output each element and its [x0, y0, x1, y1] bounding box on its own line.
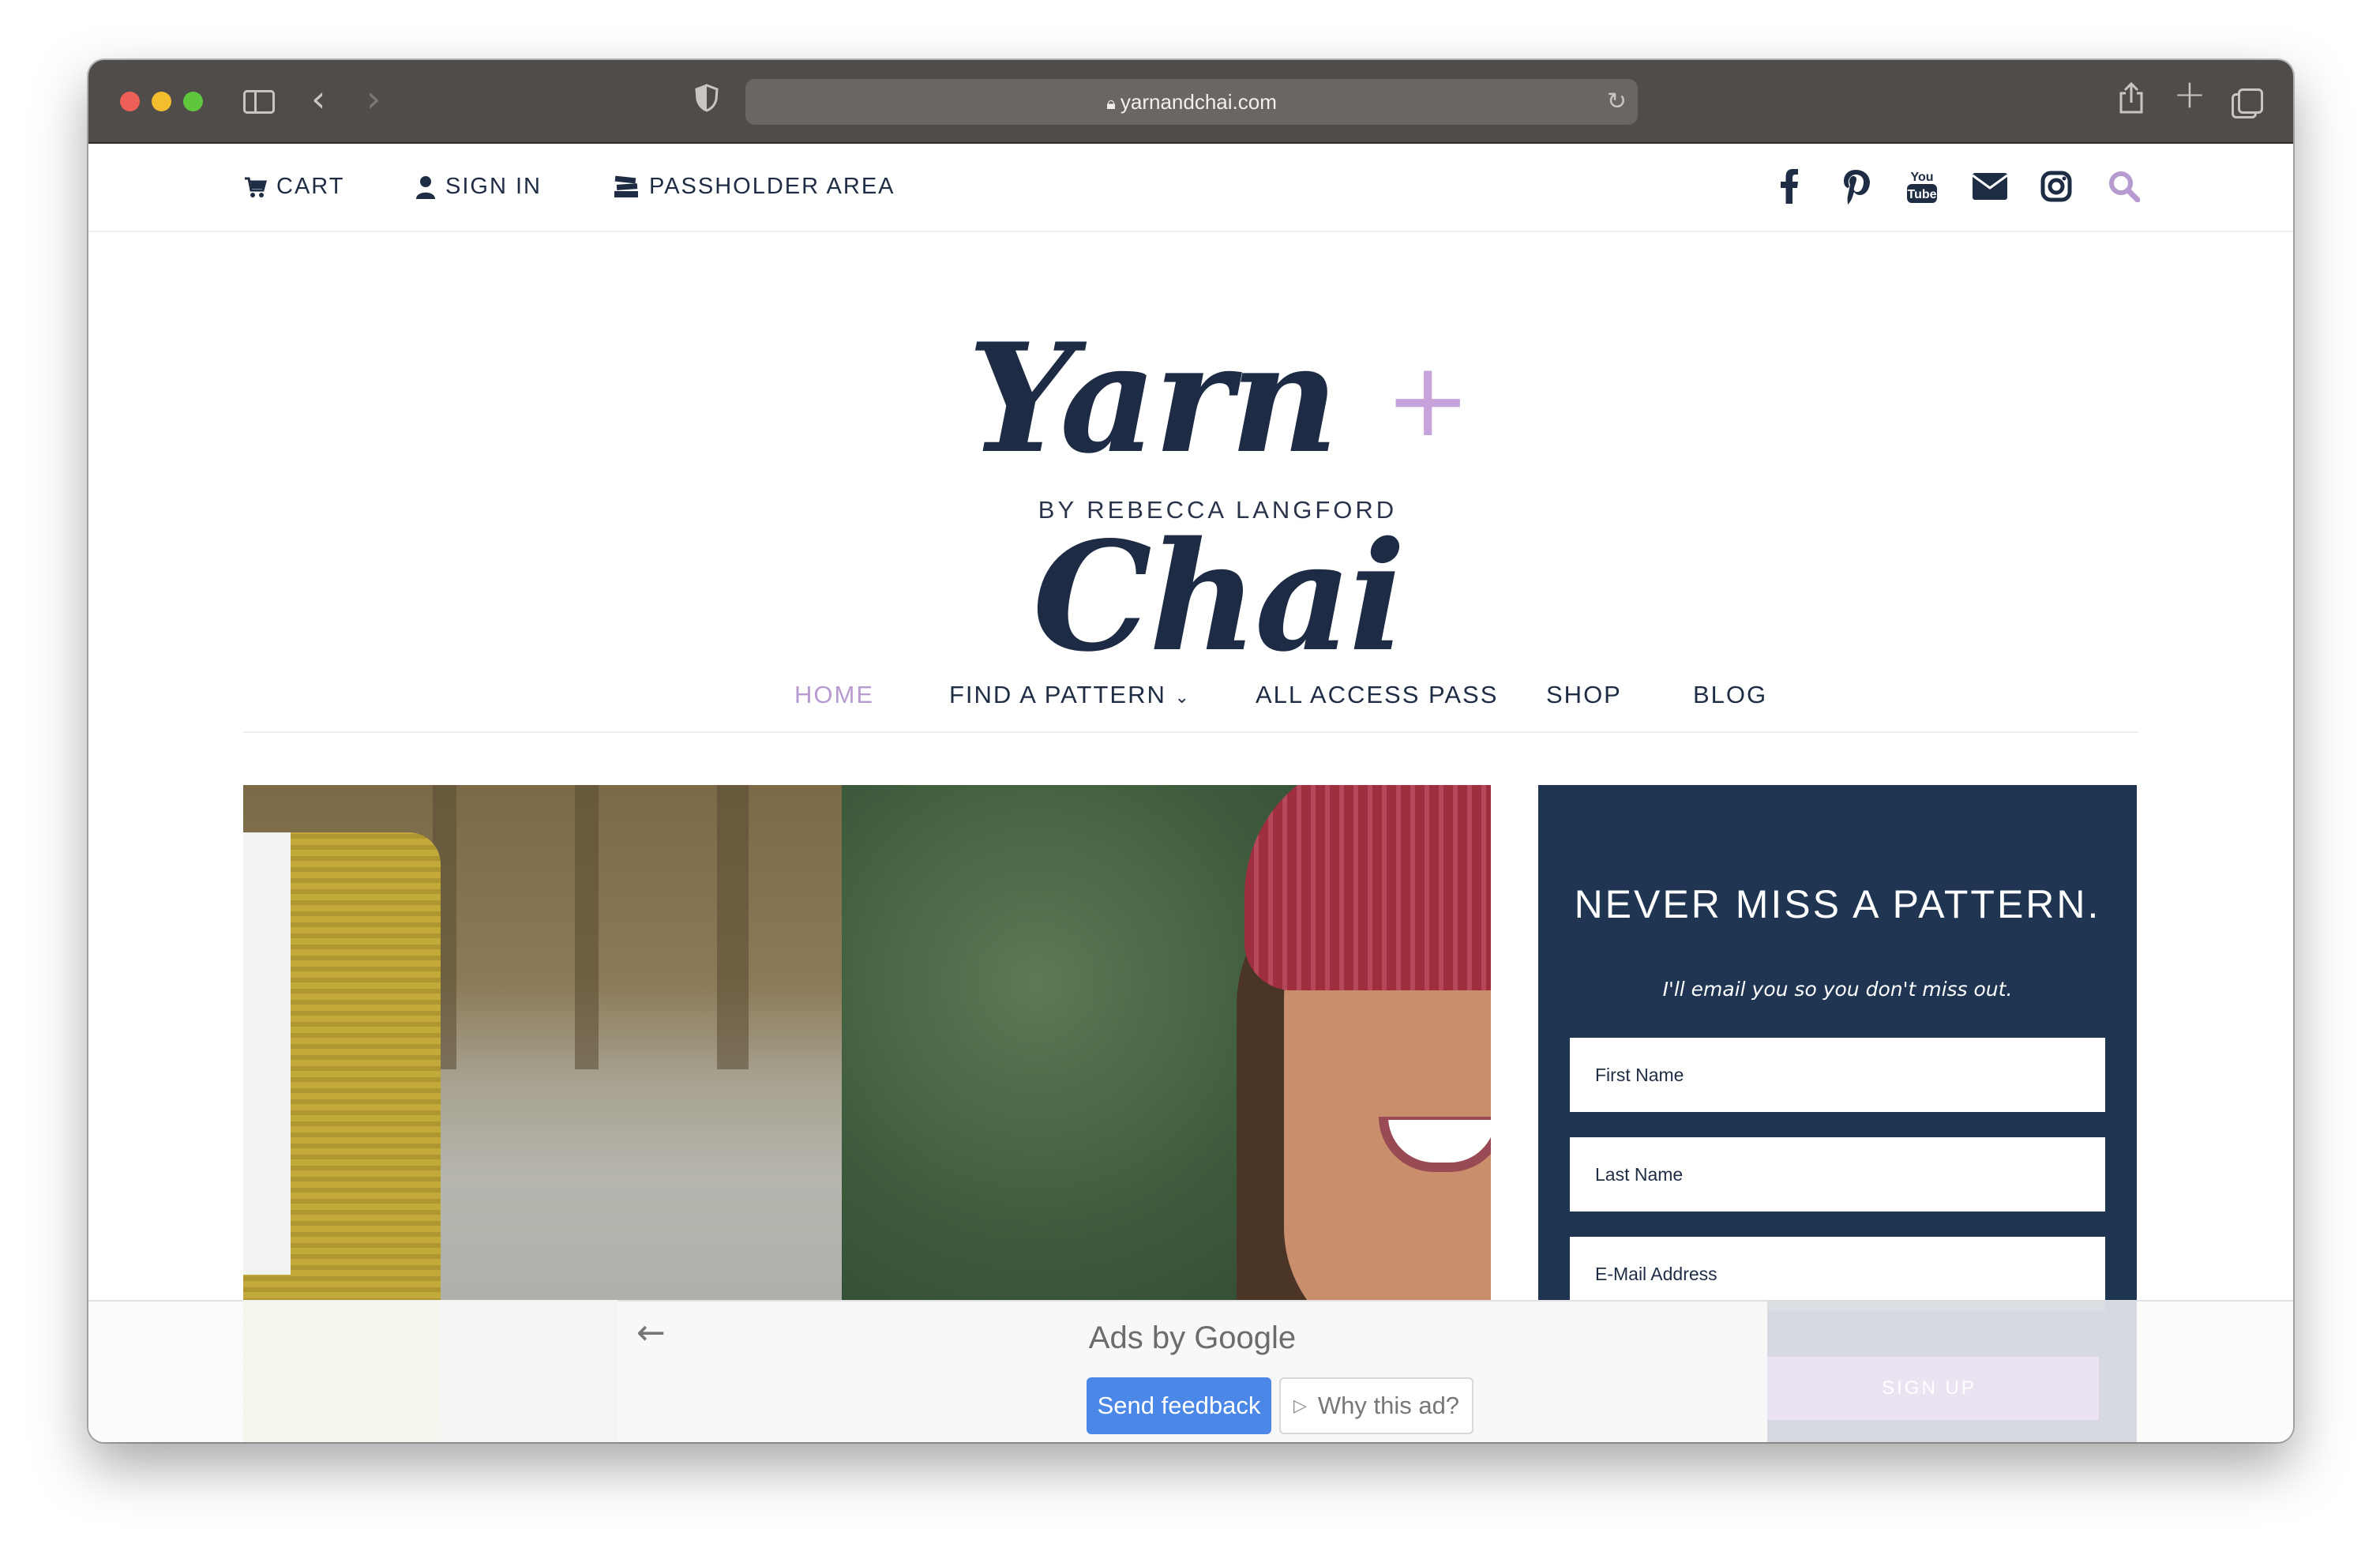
- privacy-shield-icon[interactable]: [695, 84, 719, 112]
- forward-icon[interactable]: ›: [366, 77, 381, 120]
- pinterest-icon[interactable]: [1832, 163, 1879, 210]
- share-icon[interactable]: [2118, 81, 2145, 114]
- nav-item-blog[interactable]: BLOG: [1693, 681, 1767, 709]
- user-icon: [416, 175, 435, 199]
- newsletter-subtitle: I'll email you so you don't miss out.: [1662, 978, 2013, 1001]
- utility-bar: CART SIGN IN PASSHOLDER AREA You Tube: [88, 144, 2293, 232]
- svg-text:Tube: Tube: [1907, 188, 1936, 201]
- nav-item-all-access-pass[interactable]: ALL ACCESS PASS: [1256, 681, 1498, 709]
- google-ad-feedback: ← Ads by Google Send feedback ▷ Why this…: [618, 1302, 1767, 1442]
- new-tab-icon[interactable]: +: [2173, 71, 2206, 117]
- sign-up-button[interactable]: SIGN UP: [1759, 1357, 2099, 1420]
- reload-icon[interactable]: ↻: [1607, 79, 1627, 125]
- chevron-down-icon: ⌄: [1174, 687, 1191, 707]
- hero-image-faded: [243, 1300, 618, 1442]
- sign-in-label: SIGN IN: [445, 174, 542, 199]
- why-this-ad-button[interactable]: ▷ Why this ad?: [1279, 1377, 1473, 1434]
- zoom-window-button[interactable]: [183, 92, 203, 111]
- close-window-button[interactable]: [120, 92, 140, 111]
- why-this-ad-label: Why this ad?: [1317, 1392, 1460, 1419]
- tab-overview-icon[interactable]: [2232, 88, 2263, 118]
- sidebar-toggle-icon[interactable]: [243, 90, 275, 114]
- passholder-area-link[interactable]: PASSHOLDER AREA: [613, 174, 895, 200]
- url-text: yarnandchai.com: [1120, 90, 1277, 114]
- main-navigation: HOME FIND A PATTERN ⌄ ALL ACCESS PASS SH…: [243, 662, 2138, 733]
- logo-subtitle: BY REBECCA LANGFORD: [1038, 496, 1398, 524]
- facebook-icon[interactable]: [1766, 163, 1813, 210]
- youtube-icon[interactable]: You Tube: [1898, 163, 1946, 210]
- email-icon[interactable]: [1966, 163, 2014, 210]
- cart-icon: [245, 177, 267, 197]
- instagram-icon[interactable]: [2033, 163, 2080, 210]
- passholder-label: PASSHOLDER AREA: [649, 174, 895, 199]
- nav-item-home[interactable]: HOME: [794, 681, 874, 709]
- nav-item-find-a-pattern[interactable]: FIND A PATTERN ⌄: [949, 681, 1191, 709]
- address-bar[interactable]: 🔒︎ yarnandchai.com ↻: [745, 79, 1638, 125]
- cart-link[interactable]: CART: [243, 174, 344, 200]
- site-logo[interactable]: Yarn + Chai BY REBECCA LANGFORD: [831, 308, 1605, 685]
- send-feedback-button[interactable]: Send feedback: [1087, 1377, 1271, 1434]
- last-name-field[interactable]: Last Name: [1570, 1137, 2105, 1212]
- lock-icon: 🔒︎: [1106, 93, 1116, 113]
- browser-window: ‹ › 🔒︎yarnandchai.com ↻ + CART SIGN IN: [88, 60, 2293, 1442]
- browser-toolbar: ‹ › 🔒︎ yarnandchai.com ↻ +: [88, 60, 2293, 144]
- cart-label: CART: [276, 174, 345, 199]
- ads-by-google-label: Ads by Google: [1088, 1320, 1297, 1355]
- newsletter-title: NEVER MISS A PATTERN.: [1574, 882, 2101, 926]
- books-icon: [614, 175, 638, 197]
- back-icon[interactable]: ‹: [311, 77, 325, 120]
- play-outline-icon: ▷: [1293, 1396, 1307, 1415]
- nav-item-shop[interactable]: SHOP: [1546, 681, 1622, 709]
- minimize-window-button[interactable]: [152, 92, 171, 111]
- web-page: CART SIGN IN PASSHOLDER AREA You Tube Ya…: [88, 144, 2293, 1442]
- svg-text:You: You: [1910, 171, 1933, 184]
- first-name-field[interactable]: First Name: [1570, 1038, 2105, 1112]
- search-icon[interactable]: [2100, 163, 2148, 210]
- sign-in-link[interactable]: SIGN IN: [415, 174, 542, 200]
